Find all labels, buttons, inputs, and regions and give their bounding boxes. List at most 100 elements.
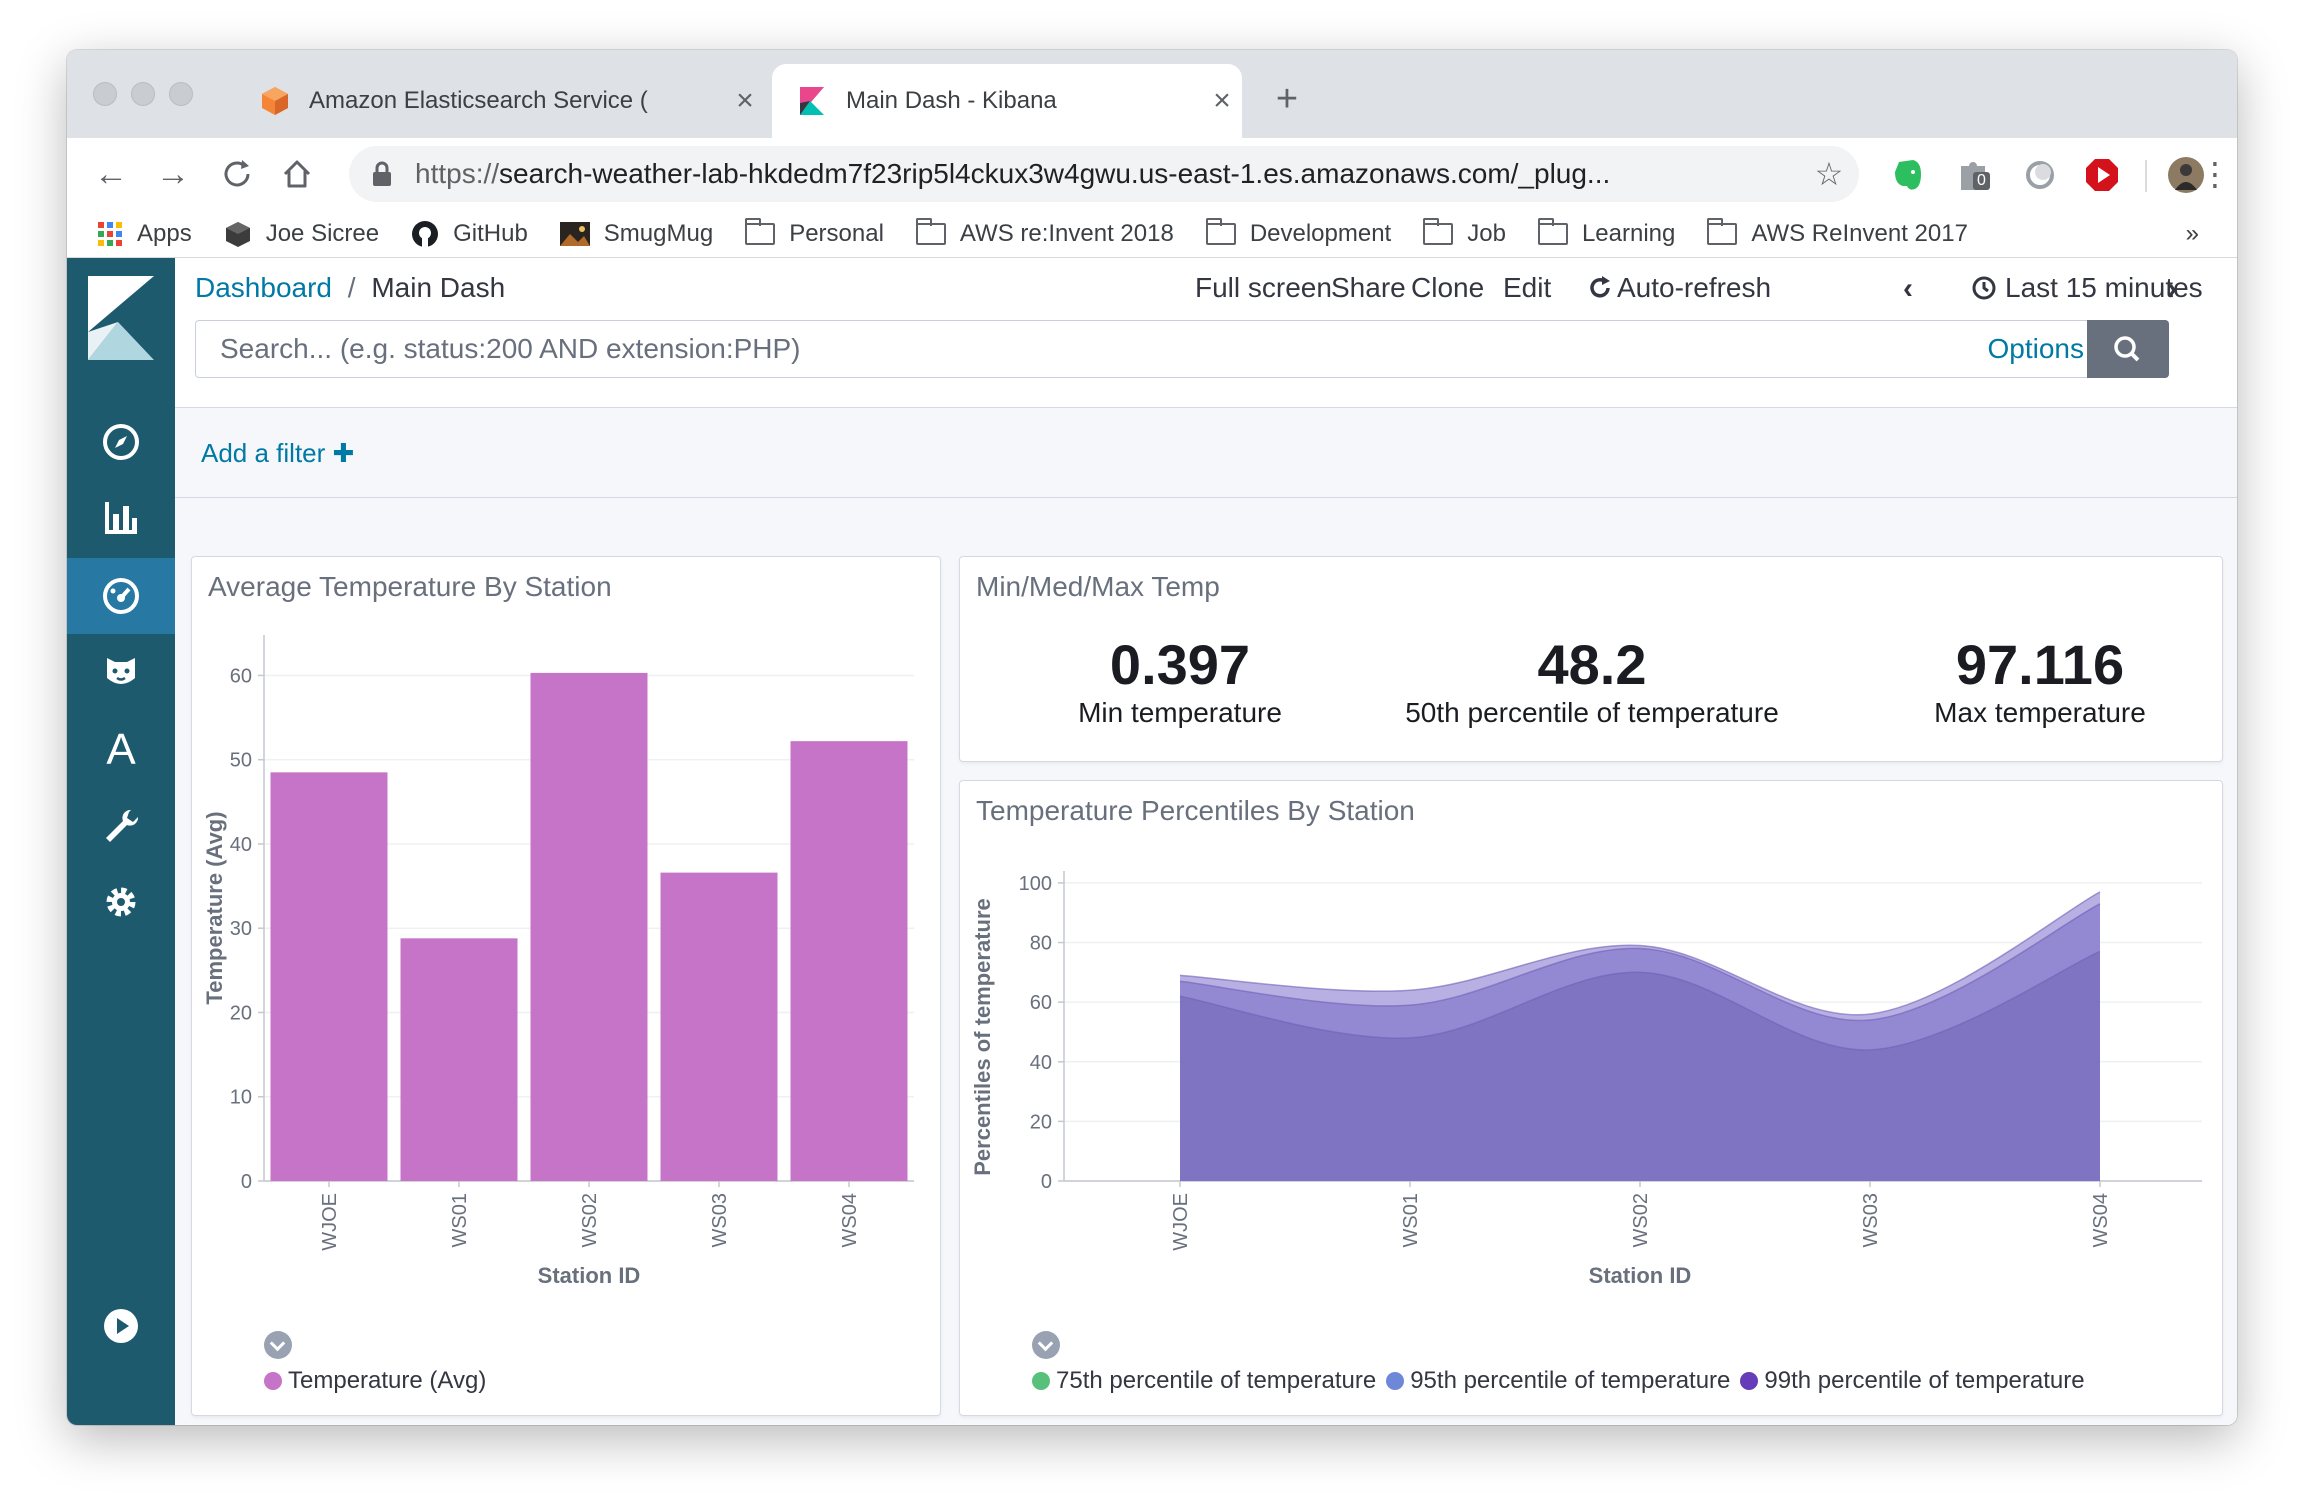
browser-menu-button[interactable]: ⋮ [2193,152,2237,196]
legend-swatch [1386,1372,1405,1390]
evernote-icon[interactable] [1889,156,1927,194]
auto-refresh-label: Auto-refresh [1617,272,1772,303]
x-tick-label: WS01 [449,1193,471,1247]
extension-puzzle-icon[interactable]: 0 [1955,156,1993,194]
nav-collapse-button[interactable] [67,1288,175,1364]
bookmark-apps[interactable]: Apps [97,220,192,248]
y-tick-label: 40 [230,834,252,856]
bookmark-label: AWS ReInvent 2017 [1751,220,1968,247]
avg-temp-bar-chart: 0 10 20 30 40 50 60 WJOE WS01 WS02 WS03 WS04 Station… [202,635,914,1288]
metric-value: 97.116 [1955,633,2125,696]
circle-extension-icon[interactable] [2021,156,2059,194]
search-input[interactable] [196,321,1996,377]
wrench-icon [106,809,139,842]
toolbar-divider [2145,160,2147,192]
search-submit-button[interactable] [2087,320,2169,378]
bookmark-star-icon[interactable]: ☆ [1799,155,1859,193]
full-screen-button[interactable]: Full screen [1195,272,1332,304]
x-tick-label: WS01 [1400,1193,1422,1247]
play-extension-icon[interactable] [2083,156,2121,194]
bookmark-label: Apps [137,220,192,247]
bookmarks-bar: Apps Joe Sicree GitHub SmugMug Personal … [67,210,2237,258]
time-forward-chevron-icon[interactable]: › [2167,272,2177,306]
kibana-sidenav: A [67,258,175,1425]
bookmarks-overflow-button[interactable]: » [2186,220,2199,248]
y-axis-title: Temperature (Avg) [202,811,227,1004]
legend-swatch [1740,1372,1759,1390]
zoom-window-button[interactable] [169,82,193,106]
bookmark-label: Joe Sicree [265,220,380,247]
photo-icon [559,222,590,246]
y-tick-label: 0 [1041,1171,1052,1193]
y-tick-label: 30 [230,918,252,940]
bookmark-aws-reinvent-2018[interactable]: AWS re:Invent 2018 [915,218,1174,248]
legend-item-temperature-avg[interactable]: Temperature (Avg) [264,1367,486,1395]
bookmark-smugmug[interactable]: SmugMug [559,220,713,248]
tab-amazon-elasticsearch[interactable]: Amazon Elasticsearch Service ( × [235,64,765,138]
close-tab-icon[interactable]: × [725,84,765,118]
close-window-button[interactable] [93,82,117,106]
y-tick-label: 60 [1030,992,1052,1014]
browser-toolbar: ← → https://search-weather-lab-hkdedm7f2… [67,138,2237,258]
url-host-path: search-weather-lab-hkdedm7f23rip5l4ckux3… [499,158,1611,189]
panel-avg-temperature: Average Temperature By Station 0 10 20 30 40… [191,556,941,1416]
legend-label: 99th percentile of temperature [1764,1367,2085,1394]
bookmark-joe-sicree[interactable]: Joe Sicree [224,220,379,248]
bookmark-job[interactable]: Job [1423,218,1506,248]
breadcrumb-separator: / [347,272,356,303]
bookmark-label: Learning [1581,220,1676,247]
add-filter-button[interactable]: Add a filter ✚ [201,438,354,469]
tab-main-dash-kibana[interactable]: Main Dash - Kibana × [772,64,1242,138]
bookmark-development[interactable]: Development [1205,218,1391,248]
plus-icon: ✚ [332,438,355,468]
share-button[interactable]: Share [1331,272,1406,304]
breadcrumb-current: Main Dash [371,272,506,303]
edit-button[interactable]: Edit [1503,272,1551,304]
clock-icon [1972,276,1996,300]
x-tick-label: WS02 [1630,1193,1652,1247]
options-button[interactable]: Options [1988,333,2085,365]
nav-apm[interactable]: A [67,712,175,788]
legend-toggle-icon[interactable] [1032,1331,1060,1359]
legend-item-p99[interactable]: 99th percentile of temperature [1740,1367,2085,1395]
nav-discover[interactable] [67,404,175,480]
bookmark-learning[interactable]: Learning [1537,218,1676,248]
folder-icon [745,218,776,245]
time-back-chevron-icon[interactable]: ‹ [1903,272,1913,306]
back-button[interactable]: ← [89,152,133,196]
legend-item-p75[interactable]: 75th percentile of temperature [1032,1367,1376,1395]
x-tick-label: WS03 [709,1193,731,1247]
letter-a-icon: A [106,725,136,774]
kibana-home-logo[interactable] [67,262,175,374]
forward-button[interactable]: → [151,152,195,196]
x-tick-label: WJOE [319,1193,341,1251]
reload-icon [224,160,250,187]
bookmark-github[interactable]: GitHub [411,220,528,248]
new-tab-button[interactable]: + [1267,78,1307,121]
nav-timelion[interactable] [67,634,175,710]
nav-dev-tools[interactable] [67,788,175,864]
bookmark-aws-reinvent-2017[interactable]: AWS ReInvent 2017 [1707,218,1968,248]
legend-item-p95[interactable]: 95th percentile of temperature [1386,1367,1730,1395]
home-button[interactable] [275,152,319,196]
nav-visualize[interactable] [67,480,175,556]
bookmark-label: AWS re:Invent 2018 [959,220,1174,247]
minimize-window-button[interactable] [131,82,155,106]
auto-refresh-button[interactable]: Auto-refresh [1587,272,1771,304]
bookmark-personal[interactable]: Personal [745,218,884,248]
clone-button[interactable]: Clone [1411,272,1484,304]
address-bar[interactable]: https://search-weather-lab-hkdedm7f23rip… [349,146,1859,202]
legend-label: Temperature (Avg) [288,1367,487,1394]
y-tick-label: 0 [241,1171,252,1193]
x-axis-title: Station ID [538,1263,641,1288]
close-tab-icon[interactable]: × [1202,84,1242,118]
x-tick-label: WS04 [2090,1193,2112,1247]
nav-dashboard[interactable] [67,558,175,634]
breadcrumb-dashboard-link[interactable]: Dashboard [195,272,332,303]
folder-icon [1537,218,1568,245]
nav-management[interactable] [67,864,175,940]
reload-button[interactable] [215,152,259,196]
github-icon [412,221,439,247]
url-text: https://search-weather-lab-hkdedm7f23rip… [415,158,1799,190]
legend-toggle-icon[interactable] [264,1331,292,1359]
